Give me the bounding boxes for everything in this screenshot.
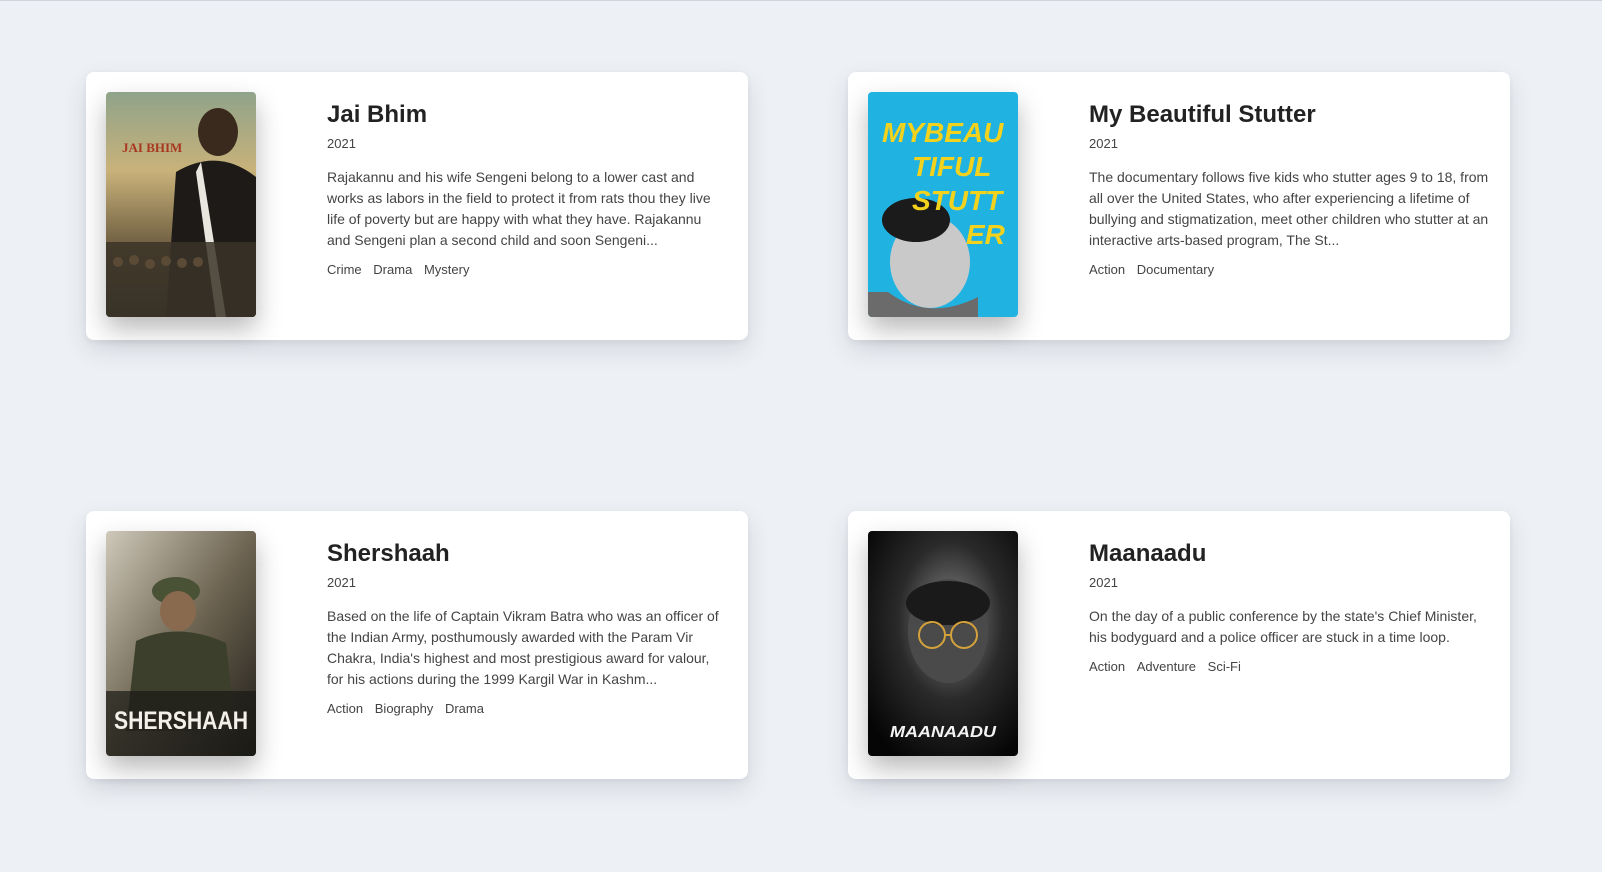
genre-tag[interactable]: Action — [1089, 659, 1125, 675]
movie-year: 2021 — [1089, 136, 1118, 151]
movie-card[interactable]: JAI BHIM Jai Bhim 2021 Rajakannu and his… — [86, 72, 748, 340]
genre-tag[interactable]: Action — [1089, 262, 1125, 278]
genre-tag[interactable]: Adventure — [1137, 659, 1196, 675]
poster-title-line: ER — [966, 219, 1006, 250]
genre-tag[interactable]: Mystery — [424, 262, 470, 278]
poster-title-line: TIFUL — [912, 151, 991, 182]
genre-tag[interactable]: Sci-Fi — [1208, 659, 1241, 675]
genre-list: Action Adventure Sci-Fi — [1089, 659, 1489, 675]
poster-title-text: SHERSHAAH — [114, 707, 248, 735]
movie-card[interactable]: SHERSHAAH Shershaah 2021 Based on the li… — [86, 511, 748, 779]
movie-title[interactable]: My Beautiful Stutter — [1089, 100, 1489, 130]
genre-list: Action Biography Drama — [327, 701, 727, 717]
movie-overview: The documentary follows five kids who st… — [1089, 169, 1489, 248]
poster-title-text: JAI BHIM — [122, 140, 182, 155]
movie-year: 2021 — [327, 575, 356, 590]
movie-card[interactable]: MYBEAU TIFUL STUTT ER My Beautiful Stutt… — [848, 72, 1510, 340]
movie-poster[interactable]: MYBEAU TIFUL STUTT ER — [868, 92, 1018, 317]
movie-poster[interactable]: SHERSHAAH — [106, 531, 256, 756]
movie-poster[interactable]: MAANAADU — [868, 531, 1018, 756]
genre-tag[interactable]: Biography — [375, 701, 434, 717]
movie-info: My Beautiful Stutter 2021 The documentar… — [1089, 100, 1489, 278]
movie-title[interactable]: Jai Bhim — [327, 100, 727, 130]
poster-title-line: STUTT — [912, 185, 1005, 216]
poster-title-text: MAANAADU — [890, 724, 996, 741]
movie-card[interactable]: MAANAADU Maanaadu 2021 On the day of a p… — [848, 511, 1510, 779]
poster-jai-bhim-image: JAI BHIM — [106, 92, 256, 317]
poster-maanaadu-image: MAANAADU — [868, 531, 1018, 756]
movie-year: 2021 — [327, 136, 356, 151]
poster-title-line: MYBEAU — [882, 117, 1004, 148]
genre-tag[interactable]: Drama — [445, 701, 484, 717]
genre-tag[interactable]: Crime — [327, 262, 362, 278]
genre-tag[interactable]: Action — [327, 701, 363, 717]
movie-year: 2021 — [1089, 575, 1118, 590]
movie-overview: On the day of a public conference by the… — [1089, 608, 1477, 645]
poster-shershaah-image: SHERSHAAH — [106, 531, 256, 756]
top-divider — [0, 0, 1602, 1]
movie-info: Shershaah 2021 Based on the life of Capt… — [327, 539, 727, 717]
genre-list: Action Documentary — [1089, 262, 1489, 278]
movie-title[interactable]: Shershaah — [327, 539, 727, 569]
movie-info: Jai Bhim 2021 Rajakannu and his wife Sen… — [327, 100, 727, 278]
movie-overview: Rajakannu and his wife Sengeni belong to… — [327, 169, 711, 248]
movie-overview: Based on the life of Captain Vikram Batr… — [327, 608, 719, 687]
genre-tag[interactable]: Documentary — [1137, 262, 1214, 278]
movie-title[interactable]: Maanaadu — [1089, 539, 1489, 569]
poster-my-beautiful-stutter-image: MYBEAU TIFUL STUTT ER — [868, 92, 1018, 317]
genre-tag[interactable]: Drama — [373, 262, 412, 278]
genre-list: Crime Drama Mystery — [327, 262, 727, 278]
movie-poster[interactable]: JAI BHIM — [106, 92, 256, 317]
movie-info: Maanaadu 2021 On the day of a public con… — [1089, 539, 1489, 675]
